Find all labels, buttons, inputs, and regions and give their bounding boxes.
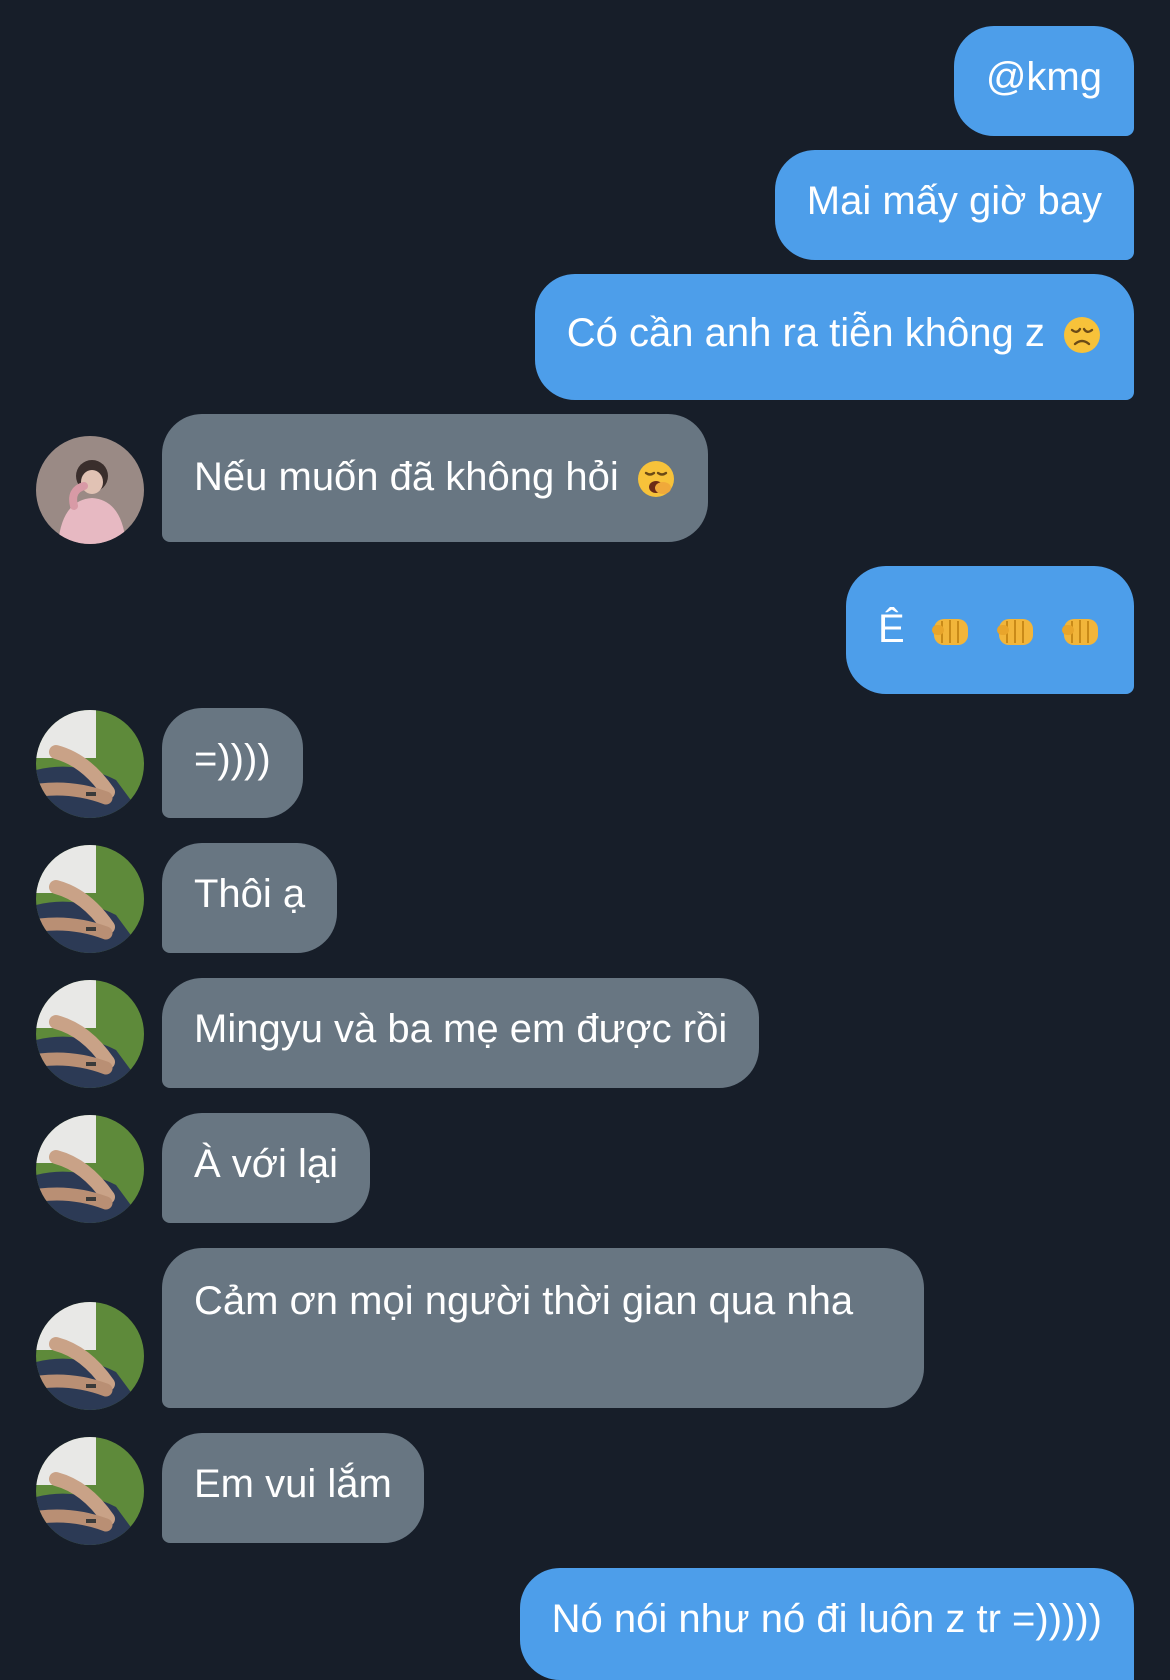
avatar[interactable] (36, 1302, 144, 1410)
message-text: Nó nói như nó đi luôn z tr =))))) (551, 1597, 1102, 1641)
avatar[interactable] (36, 980, 144, 1088)
oncoming-fist-icon (930, 611, 972, 651)
avatar-arms-grass-icon (36, 1302, 144, 1410)
incoming-message-bubble[interactable]: Em vui lắm (162, 1433, 424, 1543)
avatar-arms-grass-icon (36, 845, 144, 953)
message-text: Mingyu và ba mẹ em được rồi (194, 1007, 728, 1051)
avatar-arms-grass-icon (36, 1437, 144, 1545)
message-text: Mai mấy giờ bay (806, 179, 1102, 223)
message-text: Em vui lắm (194, 1462, 392, 1506)
chat-thread: @kmg Mai mấy giờ bay Có cần anh ra tiễn … (0, 0, 1170, 1680)
avatar[interactable] (36, 436, 144, 544)
avatar[interactable] (36, 1437, 144, 1545)
outgoing-message-bubble[interactable]: Có cần anh ra tiễn không z (534, 274, 1134, 400)
outgoing-message-bubble[interactable]: Mai mấy giờ bay (774, 150, 1134, 260)
avatar-pink-shirt-icon (36, 436, 144, 544)
incoming-message-bubble[interactable]: Nếu muốn đã không hỏi (162, 414, 708, 542)
incoming-message-bubble[interactable]: À với lại (162, 1113, 371, 1223)
yawning-face-icon (636, 459, 676, 499)
message-text: Nếu muốn đã không hỏi (194, 455, 619, 499)
disappointed-face-icon (1062, 315, 1102, 355)
incoming-message-bubble[interactable]: =)))) (162, 708, 303, 818)
message-text: Ê (877, 607, 905, 651)
incoming-message-bubble[interactable]: Thôi ạ (162, 843, 338, 953)
avatar-arms-grass-icon (36, 710, 144, 818)
avatar[interactable] (36, 710, 144, 818)
message-text: Có cần anh ra tiễn không z (566, 311, 1045, 355)
message-text: =)))) (194, 737, 271, 781)
avatar[interactable] (36, 845, 144, 953)
avatar[interactable] (36, 1115, 144, 1223)
outgoing-message-bubble[interactable]: Nó nói như nó đi luôn z tr =))))) (519, 1568, 1134, 1680)
incoming-message-bubble[interactable]: Mingyu và ba mẹ em được rồi (162, 978, 760, 1088)
avatar-arms-grass-icon (36, 1115, 144, 1223)
outgoing-message-bubble[interactable]: @kmg (953, 26, 1134, 136)
message-text: @kmg (985, 55, 1102, 99)
oncoming-fist-icon (1060, 611, 1102, 651)
avatar-arms-grass-icon (36, 980, 144, 1088)
incoming-message-bubble[interactable]: Cảm ơn mọi người thời gian qua nha (162, 1248, 924, 1408)
outgoing-message-bubble[interactable]: Ê (845, 566, 1134, 694)
message-text: À với lại (194, 1142, 339, 1186)
message-text: Thôi ạ (194, 872, 306, 916)
oncoming-fist-icon (995, 611, 1037, 651)
message-text: Cảm ơn mọi người thời gian qua nha (194, 1279, 854, 1323)
